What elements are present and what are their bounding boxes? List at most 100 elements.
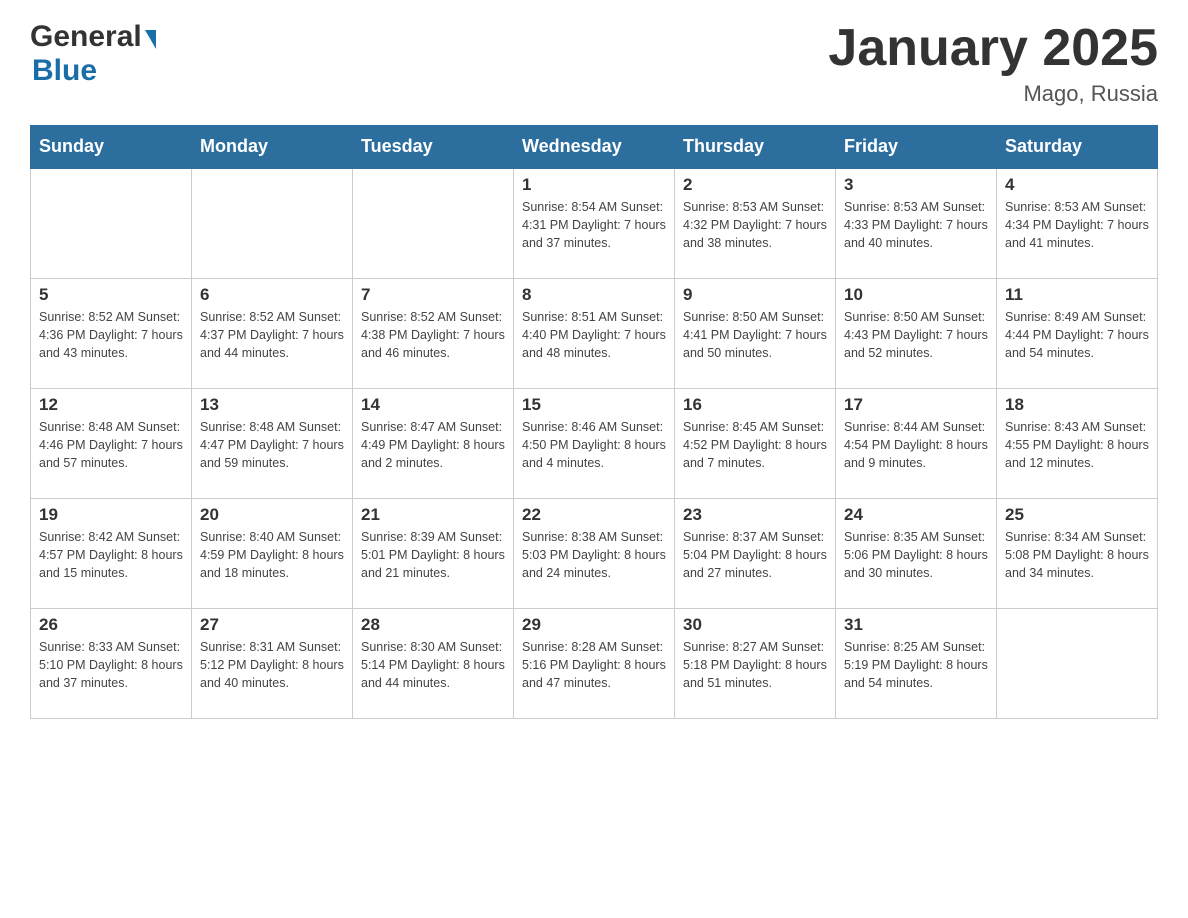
day-info: Sunrise: 8:37 AM Sunset: 5:04 PM Dayligh… — [683, 528, 827, 582]
day-info: Sunrise: 8:51 AM Sunset: 4:40 PM Dayligh… — [522, 308, 666, 362]
calendar-cell — [31, 168, 192, 278]
day-info: Sunrise: 8:28 AM Sunset: 5:16 PM Dayligh… — [522, 638, 666, 692]
weekday-header-sunday: Sunday — [31, 126, 192, 169]
day-number: 2 — [683, 175, 827, 195]
calendar-cell: 5 Sunrise: 8:52 AM Sunset: 4:36 PM Daylig… — [31, 278, 192, 388]
day-number: 1 — [522, 175, 666, 195]
day-info: Sunrise: 8:52 AM Sunset: 4:38 PM Dayligh… — [361, 308, 505, 362]
week-row-4: 19Sunrise: 8:42 AM Sunset: 4:57 PM Dayli… — [31, 498, 1158, 608]
day-number: 16 — [683, 395, 827, 415]
day-info: Sunrise: 8:50 AM Sunset: 4:41 PM Dayligh… — [683, 308, 827, 362]
day-number: 9 — [683, 285, 827, 305]
day-number: 6 — [200, 285, 344, 305]
weekday-header-row: SundayMondayTuesdayWednesdayThursdayFrid… — [31, 126, 1158, 169]
day-number: 19 — [39, 505, 183, 525]
page-header: General Blue January 2025 Mago, Russia — [30, 20, 1158, 107]
logo: General Blue — [30, 20, 156, 88]
calendar-cell: 20 Sunrise: 8:40 AM Sunset: 4:59 PM Dayli… — [192, 498, 353, 608]
day-number: 7 — [361, 285, 505, 305]
calendar-cell: 22 Sunrise: 8:38 AM Sunset: 5:03 PM Dayli… — [514, 498, 675, 608]
day-number: 20 — [200, 505, 344, 525]
calendar-cell: 21 Sunrise: 8:39 AM Sunset: 5:01 PM Dayli… — [353, 498, 514, 608]
calendar-cell — [997, 608, 1158, 718]
day-number: 24 — [844, 505, 988, 525]
day-info: Sunrise: 8:53 AM Sunset: 4:34 PM Dayligh… — [1005, 198, 1149, 252]
calendar-cell: 6 Sunrise: 8:52 AM Sunset: 4:37 PM Daylig… — [192, 278, 353, 388]
calendar-cell: 26Sunrise: 8:33 AM Sunset: 5:10 PM Dayli… — [31, 608, 192, 718]
weekday-header-friday: Friday — [836, 126, 997, 169]
day-number: 10 — [844, 285, 988, 305]
day-number: 27 — [200, 615, 344, 635]
day-info: Sunrise: 8:27 AM Sunset: 5:18 PM Dayligh… — [683, 638, 827, 692]
day-number: 15 — [522, 395, 666, 415]
week-row-1: 1 Sunrise: 8:54 AM Sunset: 4:31 PM Daylig… — [31, 168, 1158, 278]
day-info: Sunrise: 8:48 AM Sunset: 4:47 PM Dayligh… — [200, 418, 344, 472]
calendar-cell — [353, 168, 514, 278]
day-number: 11 — [1005, 285, 1149, 305]
week-row-2: 5 Sunrise: 8:52 AM Sunset: 4:36 PM Daylig… — [31, 278, 1158, 388]
day-info: Sunrise: 8:53 AM Sunset: 4:33 PM Dayligh… — [844, 198, 988, 252]
week-row-3: 12Sunrise: 8:48 AM Sunset: 4:46 PM Dayli… — [31, 388, 1158, 498]
weekday-header-tuesday: Tuesday — [353, 126, 514, 169]
logo-arrow-icon — [145, 30, 156, 49]
day-number: 14 — [361, 395, 505, 415]
day-info: Sunrise: 8:35 AM Sunset: 5:06 PM Dayligh… — [844, 528, 988, 582]
calendar-cell: 4 Sunrise: 8:53 AM Sunset: 4:34 PM Daylig… — [997, 168, 1158, 278]
calendar-subtitle: Mago, Russia — [828, 81, 1158, 107]
day-number: 29 — [522, 615, 666, 635]
calendar-cell: 23 Sunrise: 8:37 AM Sunset: 5:04 PM Dayli… — [675, 498, 836, 608]
day-info: Sunrise: 8:34 AM Sunset: 5:08 PM Dayligh… — [1005, 528, 1149, 582]
day-info: Sunrise: 8:30 AM Sunset: 5:14 PM Dayligh… — [361, 638, 505, 692]
calendar-cell: 8 Sunrise: 8:51 AM Sunset: 4:40 PM Daylig… — [514, 278, 675, 388]
title-block: January 2025 Mago, Russia — [828, 20, 1158, 107]
day-info: Sunrise: 8:54 AM Sunset: 4:31 PM Dayligh… — [522, 198, 666, 252]
weekday-header-monday: Monday — [192, 126, 353, 169]
calendar-cell: 3 Sunrise: 8:53 AM Sunset: 4:33 PM Daylig… — [836, 168, 997, 278]
logo-blue-text: Blue — [32, 54, 97, 87]
calendar-cell: 31 Sunrise: 8:25 AM Sunset: 5:19 PM Dayli… — [836, 608, 997, 718]
weekday-header-saturday: Saturday — [997, 126, 1158, 169]
day-info: Sunrise: 8:38 AM Sunset: 5:03 PM Dayligh… — [522, 528, 666, 582]
calendar-cell: 11 Sunrise: 8:49 AM Sunset: 4:44 PM Dayli… — [997, 278, 1158, 388]
weekday-header-thursday: Thursday — [675, 126, 836, 169]
day-info: Sunrise: 8:25 AM Sunset: 5:19 PM Dayligh… — [844, 638, 988, 692]
day-number: 5 — [39, 285, 183, 305]
day-number: 3 — [844, 175, 988, 195]
calendar-cell: 27 Sunrise: 8:31 AM Sunset: 5:12 PM Dayli… — [192, 608, 353, 718]
day-number: 8 — [522, 285, 666, 305]
day-number: 22 — [522, 505, 666, 525]
day-info: Sunrise: 8:50 AM Sunset: 4:43 PM Dayligh… — [844, 308, 988, 362]
day-info: Sunrise: 8:49 AM Sunset: 4:44 PM Dayligh… — [1005, 308, 1149, 362]
calendar-cell: 15Sunrise: 8:46 AM Sunset: 4:50 PM Dayli… — [514, 388, 675, 498]
day-number: 4 — [1005, 175, 1149, 195]
calendar-cell: 25Sunrise: 8:34 AM Sunset: 5:08 PM Dayli… — [997, 498, 1158, 608]
day-info: Sunrise: 8:31 AM Sunset: 5:12 PM Dayligh… — [200, 638, 344, 692]
day-number: 12 — [39, 395, 183, 415]
calendar-cell: 10 Sunrise: 8:50 AM Sunset: 4:43 PM Dayli… — [836, 278, 997, 388]
day-number: 21 — [361, 505, 505, 525]
day-number: 30 — [683, 615, 827, 635]
day-number: 28 — [361, 615, 505, 635]
day-info: Sunrise: 8:40 AM Sunset: 4:59 PM Dayligh… — [200, 528, 344, 582]
day-number: 31 — [844, 615, 988, 635]
calendar-cell: 18Sunrise: 8:43 AM Sunset: 4:55 PM Dayli… — [997, 388, 1158, 498]
calendar-cell: 13Sunrise: 8:48 AM Sunset: 4:47 PM Dayli… — [192, 388, 353, 498]
calendar-cell: 1 Sunrise: 8:54 AM Sunset: 4:31 PM Daylig… — [514, 168, 675, 278]
calendar-cell: 17Sunrise: 8:44 AM Sunset: 4:54 PM Dayli… — [836, 388, 997, 498]
calendar-title: January 2025 — [828, 20, 1158, 77]
day-info: Sunrise: 8:44 AM Sunset: 4:54 PM Dayligh… — [844, 418, 988, 472]
calendar-cell: 7 Sunrise: 8:52 AM Sunset: 4:38 PM Daylig… — [353, 278, 514, 388]
day-number: 23 — [683, 505, 827, 525]
calendar-cell: 9 Sunrise: 8:50 AM Sunset: 4:41 PM Daylig… — [675, 278, 836, 388]
day-info: Sunrise: 8:33 AM Sunset: 5:10 PM Dayligh… — [39, 638, 183, 692]
calendar-cell: 30 Sunrise: 8:27 AM Sunset: 5:18 PM Dayli… — [675, 608, 836, 718]
calendar-cell: 28 Sunrise: 8:30 AM Sunset: 5:14 PM Dayli… — [353, 608, 514, 718]
day-info: Sunrise: 8:52 AM Sunset: 4:36 PM Dayligh… — [39, 308, 183, 362]
calendar-cell: 2Sunrise: 8:53 AM Sunset: 4:32 PM Daylig… — [675, 168, 836, 278]
day-info: Sunrise: 8:39 AM Sunset: 5:01 PM Dayligh… — [361, 528, 505, 582]
calendar-table: SundayMondayTuesdayWednesdayThursdayFrid… — [30, 125, 1158, 719]
day-number: 18 — [1005, 395, 1149, 415]
logo-general-text: General — [30, 20, 142, 54]
day-info: Sunrise: 8:52 AM Sunset: 4:37 PM Dayligh… — [200, 308, 344, 362]
calendar-cell: 14Sunrise: 8:47 AM Sunset: 4:49 PM Dayli… — [353, 388, 514, 498]
